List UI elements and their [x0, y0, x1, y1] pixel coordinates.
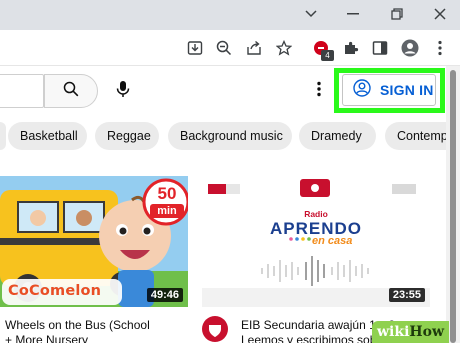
video-thumbnail-aprendo[interactable]: Radio APRENDO en casa 23:55 [202, 176, 430, 307]
voice-search-button[interactable] [106, 74, 140, 108]
more-options-button[interactable] [310, 80, 328, 102]
video-duration: 49:46 [146, 288, 183, 302]
puzzle-icon[interactable] [341, 38, 361, 58]
minimize-icon[interactable] [342, 4, 364, 24]
browser-toolbar [0, 30, 460, 66]
download-icon[interactable] [185, 38, 205, 58]
zoom-out-icon[interactable] [214, 38, 234, 58]
side-panel-icon[interactable] [370, 38, 390, 58]
star-icon[interactable] [274, 38, 294, 58]
minutes-badge-unit: min [150, 204, 184, 218]
chevron-down-icon[interactable] [300, 4, 322, 24]
chip-partial[interactable] [0, 122, 6, 150]
menu-icon[interactable] [430, 38, 450, 58]
cocomelon-logo-text: CoComelon [8, 283, 102, 299]
video-feed: 50 min CoComelon 49:46 Wheels on the Bus… [0, 158, 460, 343]
video-title-line-2[interactable]: + More Nursery [5, 333, 193, 343]
video-title-line-1[interactable]: Wheels on the Bus (School [5, 318, 193, 333]
wikihow-watermark: wiki How [372, 321, 450, 343]
account-circle-icon [353, 78, 371, 102]
chip-reggae[interactable]: Reggae [95, 122, 159, 150]
restore-icon[interactable] [386, 4, 408, 24]
search-button[interactable] [44, 74, 98, 108]
share-icon[interactable] [244, 38, 264, 58]
en-casa-subtitle: en casa [312, 235, 353, 247]
browser-titlebar [0, 0, 460, 30]
channel-avatar[interactable] [202, 316, 228, 342]
watermark-part-2: How [409, 324, 445, 340]
profile-icon[interactable] [400, 38, 420, 58]
minutes-badge-number: 50 [157, 184, 177, 203]
chip-contemporary[interactable]: Contempor [385, 122, 451, 150]
youtube-header: SIGN IN [0, 66, 460, 116]
scrollbar-thumb[interactable] [450, 70, 456, 343]
search-icon [63, 81, 79, 102]
search-input[interactable] [0, 74, 44, 108]
microphone-icon [116, 80, 130, 103]
more-vert-icon [317, 81, 321, 102]
radio-label: Radio [304, 209, 328, 219]
watermark-part-1: wiki [377, 324, 410, 340]
chip-background-music[interactable]: Background music [168, 122, 292, 150]
close-icon[interactable] [429, 4, 451, 24]
chip-dramedy[interactable]: Dramedy [299, 122, 376, 150]
chip-basketball[interactable]: Basketball [8, 122, 87, 150]
sign-in-label: SIGN IN [380, 82, 434, 98]
video-duration: 23:55 [388, 288, 425, 302]
filter-chip-bar: Basketball Reggae Background music Drame… [0, 116, 460, 158]
sign-in-button[interactable]: SIGN IN [342, 74, 436, 106]
video-thumbnail-cocomelon[interactable]: 50 min CoComelon 49:46 [0, 176, 188, 307]
extension-badge: 4 [321, 50, 334, 61]
